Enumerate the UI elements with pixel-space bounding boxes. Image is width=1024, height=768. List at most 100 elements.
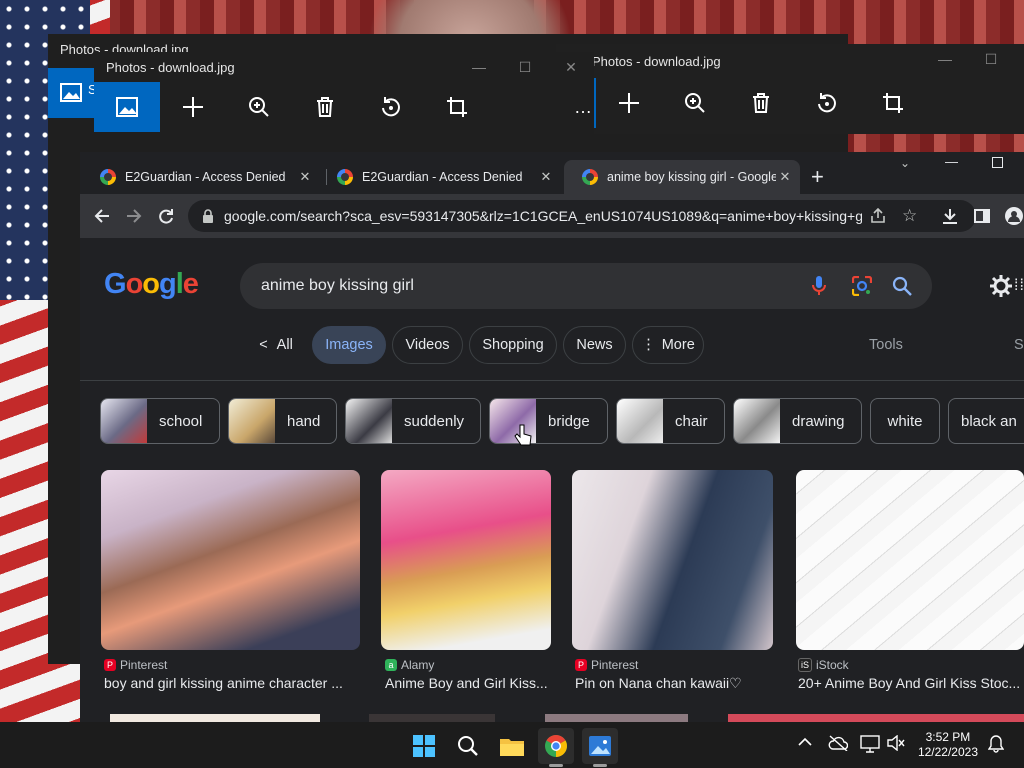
lens-icon[interactable] <box>852 276 872 296</box>
google-favicon-icon <box>337 169 353 185</box>
photo-icon[interactable] <box>94 82 160 132</box>
google-logo[interactable]: Google <box>104 268 199 301</box>
settings-gear-icon[interactable] <box>990 275 1012 297</box>
chip-thumbnail <box>101 399 147 443</box>
microphone-icon[interactable] <box>812 276 826 296</box>
logo-letter: g <box>159 268 177 300</box>
share-icon[interactable] <box>870 208 886 224</box>
chip-label: white <box>887 412 923 430</box>
new-tab-button[interactable]: + <box>811 166 824 188</box>
chip-school[interactable]: school <box>100 398 220 444</box>
more-options-button[interactable]: … <box>490 82 606 132</box>
result-title[interactable]: boy and girl kissing anime character ... <box>104 675 354 691</box>
volume-muted-icon[interactable] <box>887 735 905 751</box>
maximize-button[interactable]: ☐ <box>968 44 1014 74</box>
minimize-button[interactable]: — <box>456 52 502 82</box>
search-icon[interactable] <box>892 276 912 296</box>
search-box[interactable]: anime boy kissing girl <box>240 263 932 309</box>
chip-white[interactable]: white <box>870 398 940 444</box>
result-image[interactable] <box>110 714 320 722</box>
tools-button[interactable]: Tools <box>869 337 903 353</box>
delete-icon[interactable] <box>292 82 358 132</box>
result-image[interactable] <box>796 470 1024 650</box>
tab-e2guardian-2[interactable]: E2Guardian - Access Denied ✕ <box>319 160 561 194</box>
cloud-off-icon[interactable] <box>828 735 848 751</box>
nav-images[interactable]: Images <box>312 326 386 364</box>
show-hidden-icons-icon[interactable] <box>798 737 812 747</box>
maximize-button[interactable] <box>992 157 1003 168</box>
result-image[interactable] <box>381 470 551 650</box>
minimize-button[interactable]: — <box>945 154 958 169</box>
bookmark-star-icon[interactable]: ☆ <box>902 206 917 226</box>
close-tab-icon[interactable]: ✕ <box>537 168 555 186</box>
nav-label: All <box>276 337 293 353</box>
minimize-button[interactable]: — <box>922 44 968 74</box>
result-image[interactable] <box>728 714 1024 722</box>
result-image[interactable] <box>369 714 495 722</box>
chip-suddenly[interactable]: suddenly <box>345 398 481 444</box>
chip-chair[interactable]: chair <box>616 398 725 444</box>
tab-title: E2Guardian - Access Denied <box>125 170 286 184</box>
browser-toolbar: google.com/search?sca_esv=593147305&rlz=… <box>80 194 1024 238</box>
result-source[interactable]: P Pinterest <box>575 658 638 672</box>
chip-bridge[interactable]: bridge <box>489 398 608 444</box>
nav-more[interactable]: ⋮ More <box>632 326 704 364</box>
maximize-button[interactable]: ☐ <box>502 52 548 82</box>
rotate-icon[interactable] <box>358 82 424 132</box>
tab-google-search[interactable]: anime boy kissing girl - Google ✕ <box>564 160 800 194</box>
network-icon[interactable] <box>860 735 880 753</box>
crop-icon[interactable] <box>424 82 490 132</box>
chip-black-and-white[interactable]: black an <box>948 398 1024 444</box>
result-source[interactable]: P Pinterest <box>104 658 167 672</box>
result-image[interactable] <box>101 470 360 650</box>
nav-all[interactable]: < All <box>250 326 302 364</box>
nav-shopping[interactable]: Shopping <box>469 326 557 364</box>
source-name: Pinterest <box>591 658 639 672</box>
result-source[interactable]: a Alamy <box>385 658 434 672</box>
profile-icon[interactable] <box>1004 206 1024 226</box>
chrome-window[interactable]: E2Guardian - Access Denied ✕ E2Guardian … <box>80 152 1024 722</box>
search-query[interactable]: anime boy kissing girl <box>261 277 414 295</box>
result-title[interactable]: 20+ Anime Boy And Girl Kiss Stoc... <box>798 675 1024 691</box>
zoom-in-icon[interactable] <box>662 78 728 128</box>
tab-e2guardian-1[interactable]: E2Guardian - Access Denied ✕ <box>82 160 320 194</box>
close-tab-icon[interactable]: ✕ <box>776 168 794 186</box>
safesearch-button[interactable]: S <box>1014 337 1024 353</box>
photos-app-icon[interactable] <box>582 728 618 764</box>
result-image[interactable] <box>572 470 773 650</box>
file-explorer-icon[interactable] <box>494 728 530 764</box>
download-icon[interactable] <box>940 206 960 226</box>
rotate-icon[interactable] <box>794 78 860 128</box>
search-icon[interactable] <box>450 728 486 764</box>
close-tab-icon[interactable]: ✕ <box>296 168 314 186</box>
back-icon[interactable] <box>92 206 112 226</box>
add-icon[interactable] <box>160 82 226 132</box>
start-button[interactable] <box>406 728 442 764</box>
photos-window-mid[interactable]: Photos - download.jpg — ☐ <box>556 44 1024 134</box>
address-bar[interactable]: google.com/search?sca_esv=593147305&rlz=… <box>188 200 976 232</box>
result-source[interactable]: iS iStock <box>798 658 849 672</box>
tab-search-icon[interactable]: ⌄ <box>900 156 910 170</box>
result-title[interactable]: Pin on Nana chan kawaii♡ <box>575 675 773 692</box>
system-clock[interactable]: 3:52 PM 12/22/2023 <box>918 730 978 760</box>
source-name: Pinterest <box>120 658 168 672</box>
apps-grid-icon[interactable]: ⁞⁞ <box>1014 277 1024 295</box>
side-panel-icon[interactable] <box>972 206 992 226</box>
zoom-in-icon[interactable] <box>226 82 292 132</box>
crop-icon[interactable] <box>860 78 926 128</box>
result-title[interactable]: Anime Boy and Girl Kiss... <box>385 675 551 691</box>
forward-icon[interactable] <box>124 206 144 226</box>
source-name: iStock <box>816 658 849 672</box>
chip-hand[interactable]: hand <box>228 398 337 444</box>
delete-icon[interactable] <box>728 78 794 128</box>
reload-icon[interactable] <box>156 206 176 226</box>
chrome-icon[interactable] <box>538 728 574 764</box>
photos-window-front[interactable]: Photos - download.jpg — ☐ ✕ … <box>94 52 594 152</box>
notification-bell-icon[interactable] <box>988 735 1004 753</box>
nav-label: More <box>661 337 695 353</box>
nav-news[interactable]: News <box>563 326 626 364</box>
chip-drawing[interactable]: drawing <box>733 398 862 444</box>
nav-videos[interactable]: Videos <box>392 326 463 364</box>
result-image[interactable] <box>545 714 688 722</box>
close-button[interactable]: ✕ <box>548 52 594 82</box>
